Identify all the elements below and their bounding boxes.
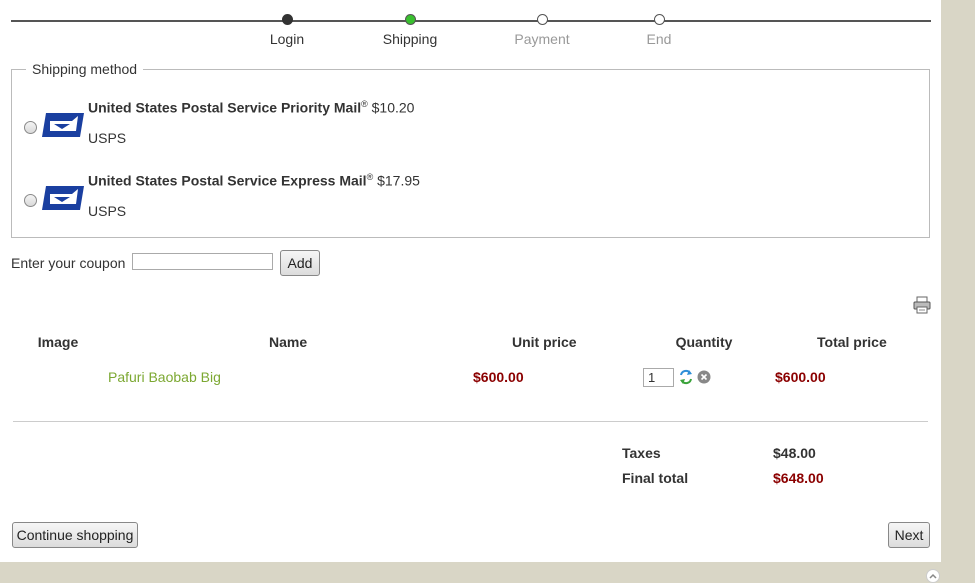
cart-item-row: Pafuri Baobab Big $600.00 1 $600.00 (13, 354, 930, 400)
step-label: Login (269, 31, 305, 47)
step-dot-current-icon (404, 14, 416, 25)
shipping-option-price: $10.20 (371, 99, 415, 116)
shipping-option-title: United States Postal Service Express Mai… (88, 172, 420, 189)
usps-logo-icon (42, 186, 84, 210)
cart-divider (13, 421, 928, 422)
continue-shopping-button[interactable]: Continue shopping (12, 522, 138, 548)
refresh-icon[interactable] (679, 369, 693, 385)
taxes-value: $48.00 (773, 445, 816, 461)
step-dot-pending-icon (536, 14, 548, 25)
registered-mark: ® (361, 99, 368, 109)
cart-item-unit-price: $600.00 (473, 369, 524, 385)
next-button[interactable]: Next (888, 522, 930, 548)
taxes-label: Taxes (622, 445, 661, 461)
cart-item-name-link[interactable]: Pafuri Baobab Big (108, 369, 221, 385)
shipping-option-name: United States Postal Service Express Mai… (88, 172, 367, 189)
coupon-label: Enter your coupon (11, 255, 126, 271)
registered-mark: ® (366, 172, 374, 182)
checkout-page: Login Shipping Payment End Shipping meth… (0, 0, 941, 562)
quantity-input[interactable]: 1 (643, 367, 674, 387)
shipping-method-fieldset: Shipping method United States Postal Ser… (11, 61, 930, 238)
step-shipping: Shipping (360, 14, 460, 47)
step-dot-pending-icon (653, 14, 665, 25)
step-payment: Payment (492, 14, 592, 47)
shipping-option-carrier: USPS (88, 203, 127, 219)
step-end: End (609, 14, 709, 47)
print-icon[interactable] (913, 296, 931, 314)
cart-item-total-price: $600.00 (775, 369, 826, 385)
shipping-option-title: United States Postal Service Priority Ma… (88, 99, 414, 116)
coupon-input[interactable] (132, 253, 273, 270)
shipping-radio-priority[interactable] (24, 121, 37, 134)
final-total-value: $648.00 (773, 470, 824, 486)
cart-header-row: Image Name Unit price Quantity Total pri… (13, 330, 930, 354)
col-header-total-price: Total price (817, 334, 887, 350)
step-label: Payment (514, 31, 570, 47)
col-header-image: Image (37, 334, 79, 350)
coupon-add-button[interactable]: Add (280, 250, 320, 276)
progress-line (11, 20, 931, 22)
col-header-unit-price: Unit price (512, 334, 577, 350)
col-header-name: Name (269, 334, 308, 350)
shipping-option-name: United States Postal Service Priority Ma… (88, 99, 362, 116)
shipping-option-carrier: USPS (88, 130, 127, 146)
remove-item-icon[interactable] (697, 370, 711, 384)
final-total-label: Final total (622, 470, 689, 486)
step-label: End (646, 31, 672, 47)
scroll-to-top-icon[interactable] (926, 569, 940, 583)
step-dot-done-icon (281, 14, 293, 25)
step-login: Login (237, 14, 337, 47)
shipping-option-price: $17.95 (377, 172, 420, 189)
usps-logo-icon (42, 113, 84, 137)
step-label: Shipping (382, 31, 438, 47)
cart-table: Image Name Unit price Quantity Total pri… (13, 330, 930, 400)
shipping-radio-express[interactable] (24, 194, 37, 207)
shipping-method-legend: Shipping method (32, 61, 138, 77)
cart-item-image (13, 354, 103, 400)
col-header-quantity: Quantity (675, 334, 733, 350)
